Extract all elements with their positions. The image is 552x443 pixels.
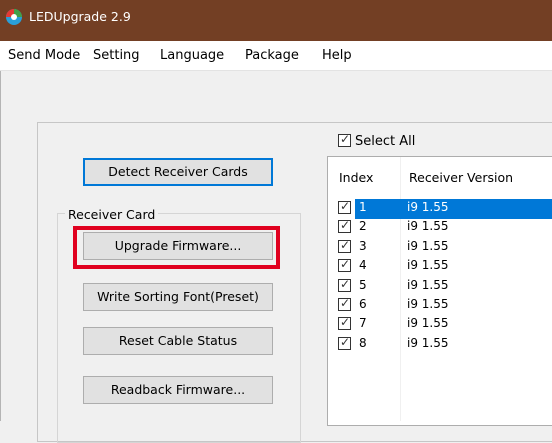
checkmark-icon: ✓ — [340, 218, 351, 232]
column-header-index[interactable]: Index — [339, 170, 373, 185]
checkmark-icon: ✓ — [340, 277, 351, 291]
readback-firmware-button[interactable]: Readback Firmware... — [83, 376, 273, 404]
row-index: 7 — [359, 316, 367, 330]
row-index: 6 — [359, 297, 367, 311]
row-index: 5 — [359, 278, 367, 292]
row-receiver-version: i9 1.55 — [407, 316, 449, 330]
row-receiver-version: i9 1.55 — [407, 297, 449, 311]
receiver-card-group-label: Receiver Card — [65, 207, 159, 222]
row-checkbox[interactable]: ✓ — [338, 315, 351, 330]
reset-cable-status-button[interactable]: Reset Cable Status — [83, 327, 273, 355]
column-separator — [400, 157, 401, 421]
menu-language[interactable]: Language — [160, 48, 224, 63]
menu-setting[interactable]: Setting — [93, 48, 140, 63]
row-checkbox[interactable]: ✓ — [338, 257, 351, 272]
checkmark-icon: ✓ — [340, 257, 351, 271]
menu-help[interactable]: Help — [322, 48, 352, 63]
row-index: 1 — [359, 200, 367, 214]
menu-send-mode[interactable]: Send Mode — [8, 48, 80, 63]
title-bar[interactable]: LEDUpgrade 2.9 — [0, 0, 552, 41]
row-checkbox[interactable]: ✓ — [338, 218, 351, 233]
row-index: 2 — [359, 219, 367, 233]
select-all-label: Select All — [355, 134, 416, 149]
row-index: 8 — [359, 336, 367, 350]
checkmark-icon: ✓ — [340, 238, 351, 252]
row-receiver-version: i9 1.55 — [407, 258, 449, 272]
row-checkbox[interactable]: ✓ — [338, 238, 351, 253]
row-checkbox[interactable]: ✓ — [338, 199, 351, 214]
checkmark-icon: ✓ — [340, 315, 351, 329]
checkmark-icon: ✓ — [340, 199, 351, 213]
row-checkbox[interactable]: ✓ — [338, 296, 351, 311]
checkmark-icon: ✓ — [340, 296, 351, 310]
row-checkbox[interactable]: ✓ — [338, 277, 351, 292]
column-header-receiver-version[interactable]: Receiver Version — [409, 170, 513, 185]
menu-package[interactable]: Package — [245, 48, 299, 63]
row-checkbox[interactable]: ✓ — [338, 335, 351, 350]
highlight-box — [73, 226, 280, 269]
row-index: 4 — [359, 258, 367, 272]
row-receiver-version: i9 1.55 — [407, 239, 449, 253]
app-logo-icon — [6, 9, 22, 25]
checkmark-icon: ✓ — [340, 335, 351, 349]
checkmark-icon: ✓ — [340, 132, 351, 146]
row-receiver-version: i9 1.55 — [407, 336, 449, 350]
row-index: 3 — [359, 239, 367, 253]
window-edge — [0, 71, 1, 421]
select-all-checkbox[interactable]: ✓ — [338, 132, 351, 147]
row-receiver-version: i9 1.55 — [407, 219, 449, 233]
selected-row-highlight — [355, 199, 552, 219]
window-title: LEDUpgrade 2.9 — [29, 9, 131, 24]
row-receiver-version: i9 1.55 — [407, 200, 449, 214]
write-sorting-font-button[interactable]: Write Sorting Font(Preset) — [83, 283, 273, 311]
menu-bar: Send Mode Setting Language Package Help — [0, 41, 552, 71]
row-receiver-version: i9 1.55 — [407, 278, 449, 292]
detect-receiver-cards-button[interactable]: Detect Receiver Cards — [83, 158, 273, 186]
